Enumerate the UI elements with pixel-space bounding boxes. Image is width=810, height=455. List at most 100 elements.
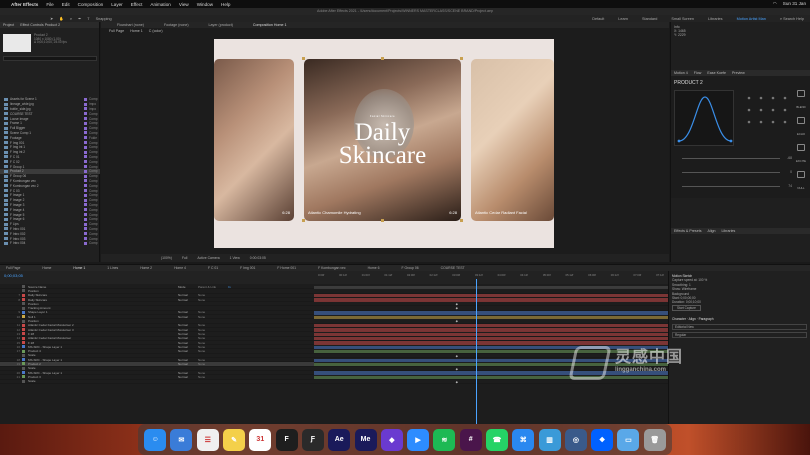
transform-handle[interactable] <box>460 57 463 60</box>
wifi-icon[interactable]: ◠ <box>773 1 777 7</box>
menu-animation[interactable]: Animation <box>150 2 170 7</box>
layer-label-color[interactable] <box>22 293 25 297</box>
excite-icon[interactable] <box>797 144 805 151</box>
layer-duration-bar[interactable] <box>314 298 668 302</box>
layer-duration-bar[interactable] <box>314 285 668 289</box>
tab-align-char[interactable]: Align <box>689 317 696 321</box>
timeline-tab[interactable]: COURSE TEST <box>441 266 465 270</box>
timeline-tab[interactable]: F C 01 <box>208 266 218 270</box>
layer-label-color[interactable] <box>22 362 25 366</box>
dock-app-after-effects-icon[interactable]: Ae <box>328 428 351 451</box>
layer-label-color[interactable] <box>22 341 25 344</box>
layer-label-color[interactable] <box>22 310 25 314</box>
dock-app-folder-icon[interactable]: ▭ <box>617 428 640 451</box>
timeline-tab[interactable]: Full Page <box>6 266 20 270</box>
workspace-default[interactable]: Default <box>592 17 604 21</box>
layer-label-color[interactable] <box>22 315 25 319</box>
dock-app-notes-icon[interactable]: ✎ <box>223 428 246 451</box>
layer-in-time[interactable]: In <box>228 285 244 289</box>
easing-curve-graph[interactable] <box>674 90 734 146</box>
keyframe-icon[interactable]: ◆ <box>456 380 458 384</box>
workspace-motion-artist[interactable]: Motion Artist Man <box>737 17 766 21</box>
layer-duration-bar[interactable] <box>314 337 668 341</box>
layer-label-color[interactable] <box>22 358 25 362</box>
app-menu[interactable]: After Effects <box>11 2 38 7</box>
layer-label-color[interactable] <box>22 298 25 302</box>
dock-app-affinity-icon[interactable]: ◆ <box>380 428 403 451</box>
anchor-grid[interactable] <box>743 92 791 132</box>
layer-label-color[interactable] <box>22 319 25 323</box>
composition-canvas[interactable]: 6:28 Facial Skincare Daily Skincare Atla… <box>214 39 554 248</box>
timeline-tab[interactable]: Home 6 <box>368 266 380 270</box>
dock-app-reminders-icon[interactable]: ☰ <box>196 428 219 451</box>
layer-parent[interactable]: Parent & Link <box>198 285 228 289</box>
zoom-tool-icon[interactable]: ⌕ <box>70 17 72 21</box>
dock-app-media-encoder-icon[interactable]: Me <box>354 428 377 451</box>
layer-label-color[interactable] <box>22 289 25 293</box>
slider-track[interactable] <box>682 158 780 159</box>
resolution-select[interactable]: Full <box>182 256 187 260</box>
layer-track[interactable]: ◆ <box>314 380 668 384</box>
tab-layer[interactable]: Layer (product) <box>209 23 233 27</box>
layer-duration-bar[interactable] <box>314 375 668 380</box>
layer-parent[interactable]: None <box>198 375 228 379</box>
breadcrumb-item[interactable]: Home 1 <box>130 29 143 33</box>
layer-label-color[interactable] <box>22 353 25 357</box>
dock-app-safari-icon[interactable]: ⌘ <box>512 428 535 451</box>
dock-app-calendar-icon[interactable]: 31 <box>249 428 272 451</box>
playhead[interactable] <box>476 279 477 425</box>
layer-label-color[interactable] <box>22 336 25 340</box>
view-layout-select[interactable]: 1 View <box>230 256 240 260</box>
tab-character[interactable]: Character <box>672 317 686 321</box>
menu-layer[interactable]: Layer <box>111 2 123 7</box>
dock-app-trash-icon[interactable]: 🗑 <box>643 428 666 451</box>
dock-app-spotify-icon[interactable]: ≋ <box>433 428 456 451</box>
layer-label-color[interactable] <box>22 306 25 310</box>
menu-edit[interactable]: Edit <box>62 2 70 7</box>
workspace-libraries[interactable]: Libraries <box>708 17 723 21</box>
layer-duration-bar[interactable] <box>314 294 668 298</box>
dock-app-finder-icon[interactable]: ☺ <box>144 428 167 451</box>
dock-app-zoom-icon[interactable]: ▶ <box>407 428 430 451</box>
tab-effects-presets[interactable]: Effects & Presets <box>674 229 702 233</box>
breadcrumb-item[interactable]: C (color) <box>149 29 163 33</box>
breadcrumb-item[interactable]: Full Page <box>109 29 124 33</box>
menu-effect[interactable]: Effect <box>131 2 143 7</box>
dock-app-disk-utility-icon[interactable]: ◎ <box>564 428 587 451</box>
tab-composition[interactable]: Composition Home 1 <box>253 23 287 27</box>
layer-label-color[interactable] <box>22 349 25 353</box>
timeline-tab[interactable]: 1 Lines <box>107 266 118 270</box>
layer-label-color[interactable] <box>22 375 25 379</box>
tab-footage[interactable]: Footage (none) <box>164 23 189 27</box>
dock-app-slack-icon[interactable]: # <box>459 428 482 451</box>
tab-effect-controls[interactable]: Effect Controls Product 2 <box>20 23 60 27</box>
timeline-tab[interactable]: F Home 001 <box>277 266 296 270</box>
layer-label-color[interactable] <box>22 366 25 370</box>
tab-align[interactable]: Align <box>708 229 716 233</box>
snapping-toggle[interactable]: Snapping <box>96 17 112 21</box>
start-capture-button[interactable]: Start Capture <box>672 304 701 312</box>
transform-handle[interactable] <box>381 57 384 60</box>
layer-label-color[interactable] <box>22 371 25 375</box>
menu-window[interactable]: Window <box>197 2 213 7</box>
menu-file[interactable]: File <box>46 2 53 7</box>
layer-label-color[interactable] <box>22 302 25 306</box>
dock-app-dropbox-icon[interactable]: ❖ <box>591 428 614 451</box>
layer-mode[interactable]: Normal <box>178 298 198 302</box>
tab-motion[interactable]: Motion 4 <box>674 71 688 75</box>
timeline-timecode[interactable]: 0;00;03;05 <box>4 273 23 278</box>
transform-handle[interactable] <box>460 219 463 222</box>
transform-handle[interactable] <box>381 219 384 222</box>
layer-mode[interactable]: Normal <box>178 375 198 379</box>
camera-select[interactable]: Active Camera <box>197 256 219 260</box>
project-item[interactable]: F Intro 004 Comp <box>0 241 100 246</box>
current-time-display[interactable]: 0:00:03:05 <box>250 256 266 260</box>
dock-app-font-app-icon[interactable]: Ƒ <box>301 428 324 451</box>
time-ruler[interactable]: 0:00f 00:12f 01:00f 01:12f 02:00f 02:12f 03:00… <box>314 273 668 283</box>
timeline-tab[interactable]: Home <box>42 266 51 270</box>
layer-label-color[interactable] <box>22 332 25 336</box>
tab-preview[interactable]: Preview <box>732 71 745 75</box>
layer-parent[interactable]: None <box>198 298 228 302</box>
timeline-tab[interactable]: Home 1 <box>73 266 85 270</box>
layer-label-color[interactable] <box>22 345 25 349</box>
